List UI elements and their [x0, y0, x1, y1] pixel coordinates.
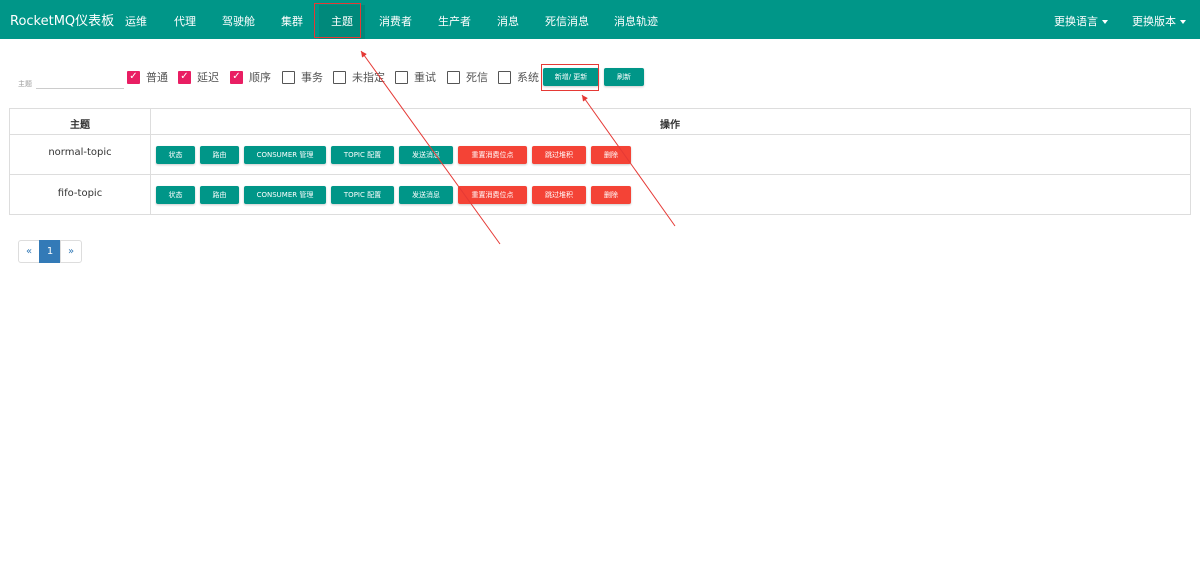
language-dropdown[interactable]: 更换语言: [1054, 13, 1108, 29]
status-button[interactable]: 状态: [156, 186, 195, 204]
topic-config-button[interactable]: TOPIC 配置: [331, 186, 394, 204]
send-message-button[interactable]: 发送消息: [399, 186, 453, 204]
nav-item-consumer[interactable]: 消费者: [379, 13, 412, 29]
checkbox-label: 事务: [301, 71, 323, 84]
reset-offset-button[interactable]: 重置消费位点: [458, 146, 527, 164]
route-button[interactable]: 路由: [200, 186, 239, 204]
checkmark-icon: ✓: [178, 70, 191, 84]
checkbox-empty-icon: [333, 70, 346, 84]
version-label: 更换版本: [1132, 15, 1176, 28]
nav-item-message-trace[interactable]: 消息轨迹: [614, 13, 658, 29]
checkbox-label: 重试: [414, 71, 436, 84]
status-button[interactable]: 状态: [156, 146, 195, 164]
pagination-page[interactable]: 1: [39, 240, 61, 263]
delete-button[interactable]: 删除: [591, 186, 631, 204]
refresh-button[interactable]: 刷新: [604, 68, 644, 86]
skip-backlog-button[interactable]: 跳过堆积: [532, 146, 586, 164]
checkbox-empty-icon: [447, 70, 460, 84]
table-row-topic-name: fifo-topic: [57, 188, 103, 199]
checkbox-transaction[interactable]: 事务: [282, 69, 323, 85]
checkbox-retry[interactable]: 重试: [395, 69, 436, 85]
checkmark-icon: ✓: [127, 70, 140, 84]
checkbox-label: 系统: [517, 71, 539, 84]
version-dropdown[interactable]: 更换版本: [1132, 13, 1186, 29]
checkbox-label: 延迟: [197, 71, 219, 84]
search-label: 主题: [18, 80, 32, 88]
column-header-topic: 主题: [70, 120, 90, 131]
brand-title[interactable]: RocketMQ仪表板: [10, 10, 114, 29]
row-divider: [10, 174, 1190, 175]
highlight-box-topic-nav: [314, 3, 361, 38]
column-header-actions: 操作: [660, 120, 680, 131]
table-row-topic-name: normal-topic: [48, 147, 112, 158]
checkbox-label: 普通: [146, 71, 168, 84]
topic-config-button[interactable]: TOPIC 配置: [331, 146, 394, 164]
pagination-next[interactable]: »: [60, 240, 82, 263]
route-button[interactable]: 路由: [200, 146, 239, 164]
checkbox-empty-icon: [498, 70, 511, 84]
caret-down-icon: [1102, 20, 1108, 24]
checkbox-fifo[interactable]: ✓ 顺序: [230, 69, 271, 85]
column-divider: [150, 109, 151, 214]
checkbox-empty-icon: [282, 70, 295, 84]
consumer-manage-button[interactable]: CONSUMER 管理: [244, 146, 326, 164]
checkbox-system[interactable]: 系统: [498, 69, 539, 85]
row-divider: [10, 134, 1190, 135]
checkbox-label: 顺序: [249, 71, 271, 84]
checkbox-normal[interactable]: ✓ 普通: [127, 69, 168, 85]
language-label: 更换语言: [1054, 15, 1098, 28]
caret-down-icon: [1180, 20, 1186, 24]
send-message-button[interactable]: 发送消息: [399, 146, 453, 164]
checkbox-empty-icon: [395, 70, 408, 84]
delete-button[interactable]: 删除: [591, 146, 631, 164]
consumer-manage-button[interactable]: CONSUMER 管理: [244, 186, 326, 204]
annotation-arrows: [360, 50, 676, 245]
highlight-box-add-update: [541, 64, 599, 91]
checkbox-delay[interactable]: ✓ 延迟: [178, 69, 219, 85]
reset-offset-button[interactable]: 重置消费位点: [458, 186, 527, 204]
nav-item-producer[interactable]: 生产者: [438, 13, 471, 29]
nav-item-ops[interactable]: 运维: [125, 13, 147, 29]
skip-backlog-button[interactable]: 跳过堆积: [532, 186, 586, 204]
nav-item-message[interactable]: 消息: [497, 13, 519, 29]
checkbox-dlq[interactable]: 死信: [447, 69, 488, 85]
top-navbar: RocketMQ仪表板 运维 代理 驾驶舱 集群 主题 消费者 生产者 消息 死…: [0, 0, 1200, 39]
nav-item-cluster[interactable]: 集群: [281, 13, 303, 29]
pagination: « 1 »: [18, 240, 82, 263]
nav-item-dlq-message[interactable]: 死信消息: [545, 13, 589, 29]
checkmark-icon: ✓: [230, 70, 243, 84]
nav-item-proxy[interactable]: 代理: [174, 13, 196, 29]
checkbox-unspecified[interactable]: 未指定: [333, 69, 385, 85]
nav-item-dashboard[interactable]: 驾驶舱: [222, 13, 255, 29]
checkbox-label: 死信: [466, 71, 488, 84]
pagination-prev[interactable]: «: [18, 240, 40, 263]
checkbox-label: 未指定: [352, 71, 385, 84]
topic-search-input[interactable]: [36, 75, 124, 89]
